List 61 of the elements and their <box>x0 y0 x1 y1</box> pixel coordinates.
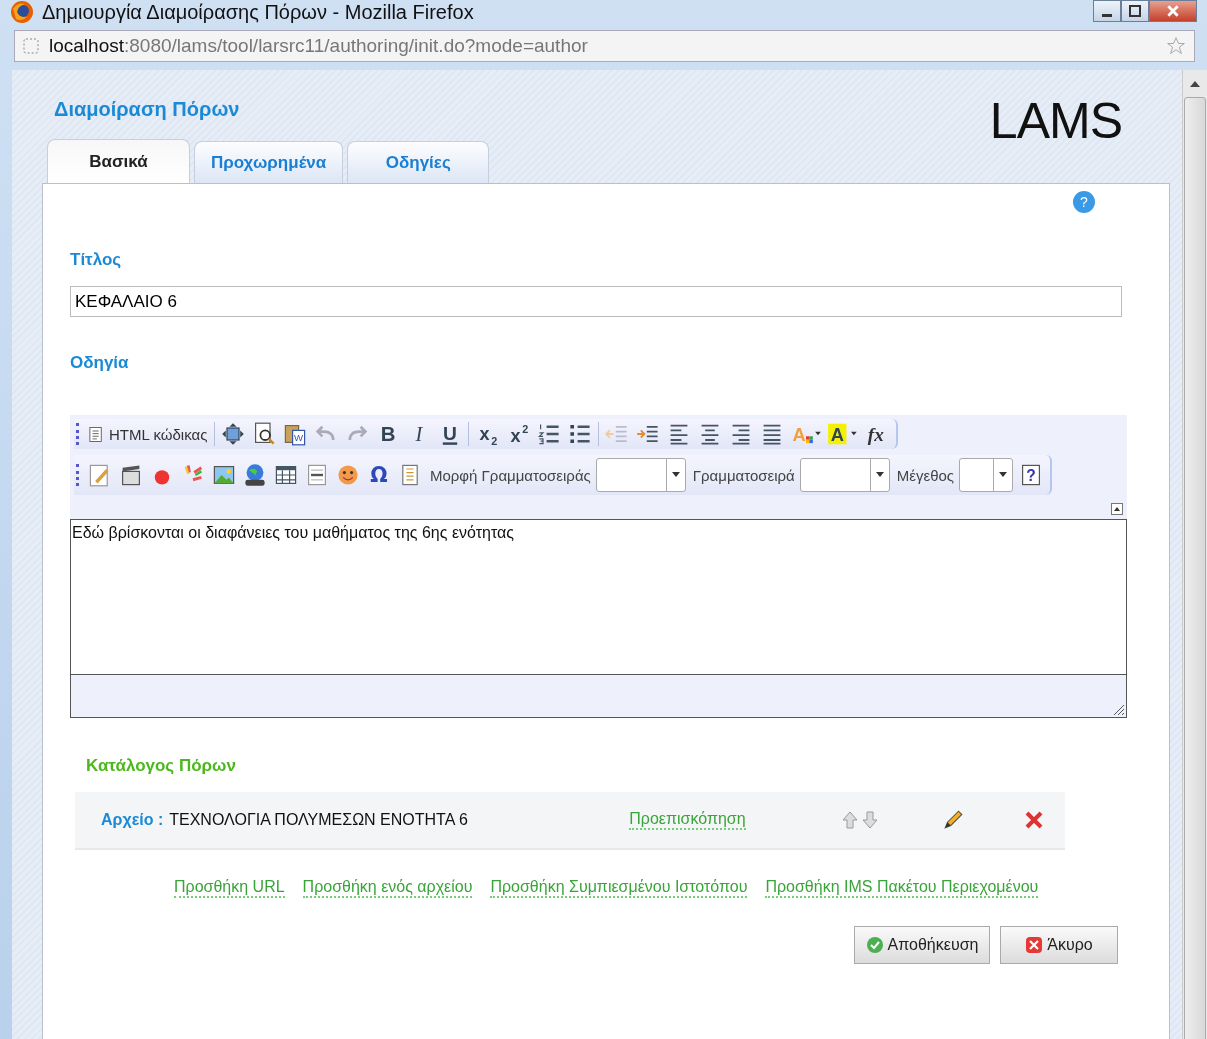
field-label: Τίτλος <box>70 250 123 270</box>
bold-glyph: B <box>381 423 396 446</box>
delete-icon[interactable] <box>1023 810 1044 830</box>
collapse-toolbar-icon[interactable] <box>1111 503 1123 515</box>
bold-icon[interactable]: B <box>375 422 402 446</box>
tab[interactable]: Οδηγίες <box>347 141 490 183</box>
superscript-glyph: x <box>510 426 521 446</box>
section-heading: Κατάλογος Πόρων <box>86 756 237 776</box>
help-glyph: ? <box>1026 467 1036 484</box>
window-title: Δημιουργία Διαμοίρασης Πόρων - Mozilla Firefox <box>42 0 474 24</box>
pencil-icon[interactable] <box>941 809 964 831</box>
image-icon[interactable] <box>211 463 237 487</box>
superscript-glyph: 2 <box>522 422 529 435</box>
minimize-icon <box>1102 13 1112 17</box>
close-button[interactable] <box>1149 0 1197 22</box>
globe-link-icon[interactable] <box>242 463 268 487</box>
page-icon <box>23 38 39 54</box>
formula-glyph: fx <box>868 424 885 446</box>
maximize-button[interactable] <box>1121 0 1149 22</box>
formula-icon[interactable]: fx <box>864 422 891 446</box>
minimize-button[interactable] <box>1093 0 1121 22</box>
underline-glyph: U <box>443 423 458 444</box>
tab[interactable]: Προχωρημένα <box>194 141 344 183</box>
source-button[interactable]: HTML κώδικας <box>87 425 210 443</box>
rich-text-area[interactable]: Εδώ βρίσκονται οι διαφάνειες του μαθήματος της 6ης ενότητας <box>70 519 1127 675</box>
editor-text: Εδώ βρίσκονται οι διαφάνειες του μαθήματος της 6ης ενότητας <box>72 524 514 541</box>
check-icon <box>865 936 884 954</box>
document-icon <box>89 425 103 443</box>
browser-logo-icon <box>10 0 34 24</box>
subscript-glyph: 2 <box>491 434 498 446</box>
resource-type: Αρχείο : <box>101 811 164 829</box>
highlight-glyph: A <box>831 423 845 445</box>
close-icon <box>1025 936 1044 954</box>
url-text: localhost:8080/lams/tool/larsrc11/authoring/init.do?mode=author <box>49 35 588 57</box>
title-field[interactable]: ΚΕΦΑΛΑΙΟ 6 <box>70 286 1122 317</box>
help-glyph: ? <box>1080 194 1088 210</box>
font-format-label: Μορφή Γραμματοσειράς <box>430 466 591 484</box>
maximize-icon <box>1129 5 1141 17</box>
dropdown-arrow-icon <box>671 472 680 478</box>
scrollbar[interactable] <box>1182 70 1207 1039</box>
save-button[interactable]: Αποθήκευση <box>854 926 990 964</box>
close-icon <box>1166 4 1180 18</box>
dropdown-arrow-icon <box>999 472 1008 478</box>
table-icon[interactable] <box>273 463 299 487</box>
subscript-glyph: x <box>479 424 490 444</box>
cancel-button[interactable]: Άκυρο <box>1000 926 1118 964</box>
page-title: Διαμοίραση Πόρων <box>53 97 240 121</box>
dropdown-arrow-icon <box>875 472 884 478</box>
star-icon[interactable] <box>1166 36 1186 56</box>
resize-handle-icon[interactable] <box>1113 704 1125 716</box>
italic-glyph: I <box>416 423 423 446</box>
italic-icon[interactable]: I <box>406 422 433 446</box>
address-bar[interactable]: localhost:8080/lams/tool/larsrc11/authoring/init.do?mode=author <box>14 30 1195 62</box>
tab[interactable]: Βασικά <box>47 139 190 183</box>
field-label: Οδηγία <box>70 353 130 373</box>
font-label: Γραμματοσειρά <box>692 466 795 484</box>
size-label: Μέγεθος <box>896 466 955 484</box>
word-glyph: W <box>294 432 304 444</box>
logo: LAMS <box>989 92 1122 150</box>
resource-name: ΤΕΧΝΟΛΟΓΙΑ ΠΟΛΥΜΕΣΩΝ ΕΝΟΤΗΤΑ 6 <box>169 811 469 829</box>
text-color-glyph: A <box>792 423 807 445</box>
